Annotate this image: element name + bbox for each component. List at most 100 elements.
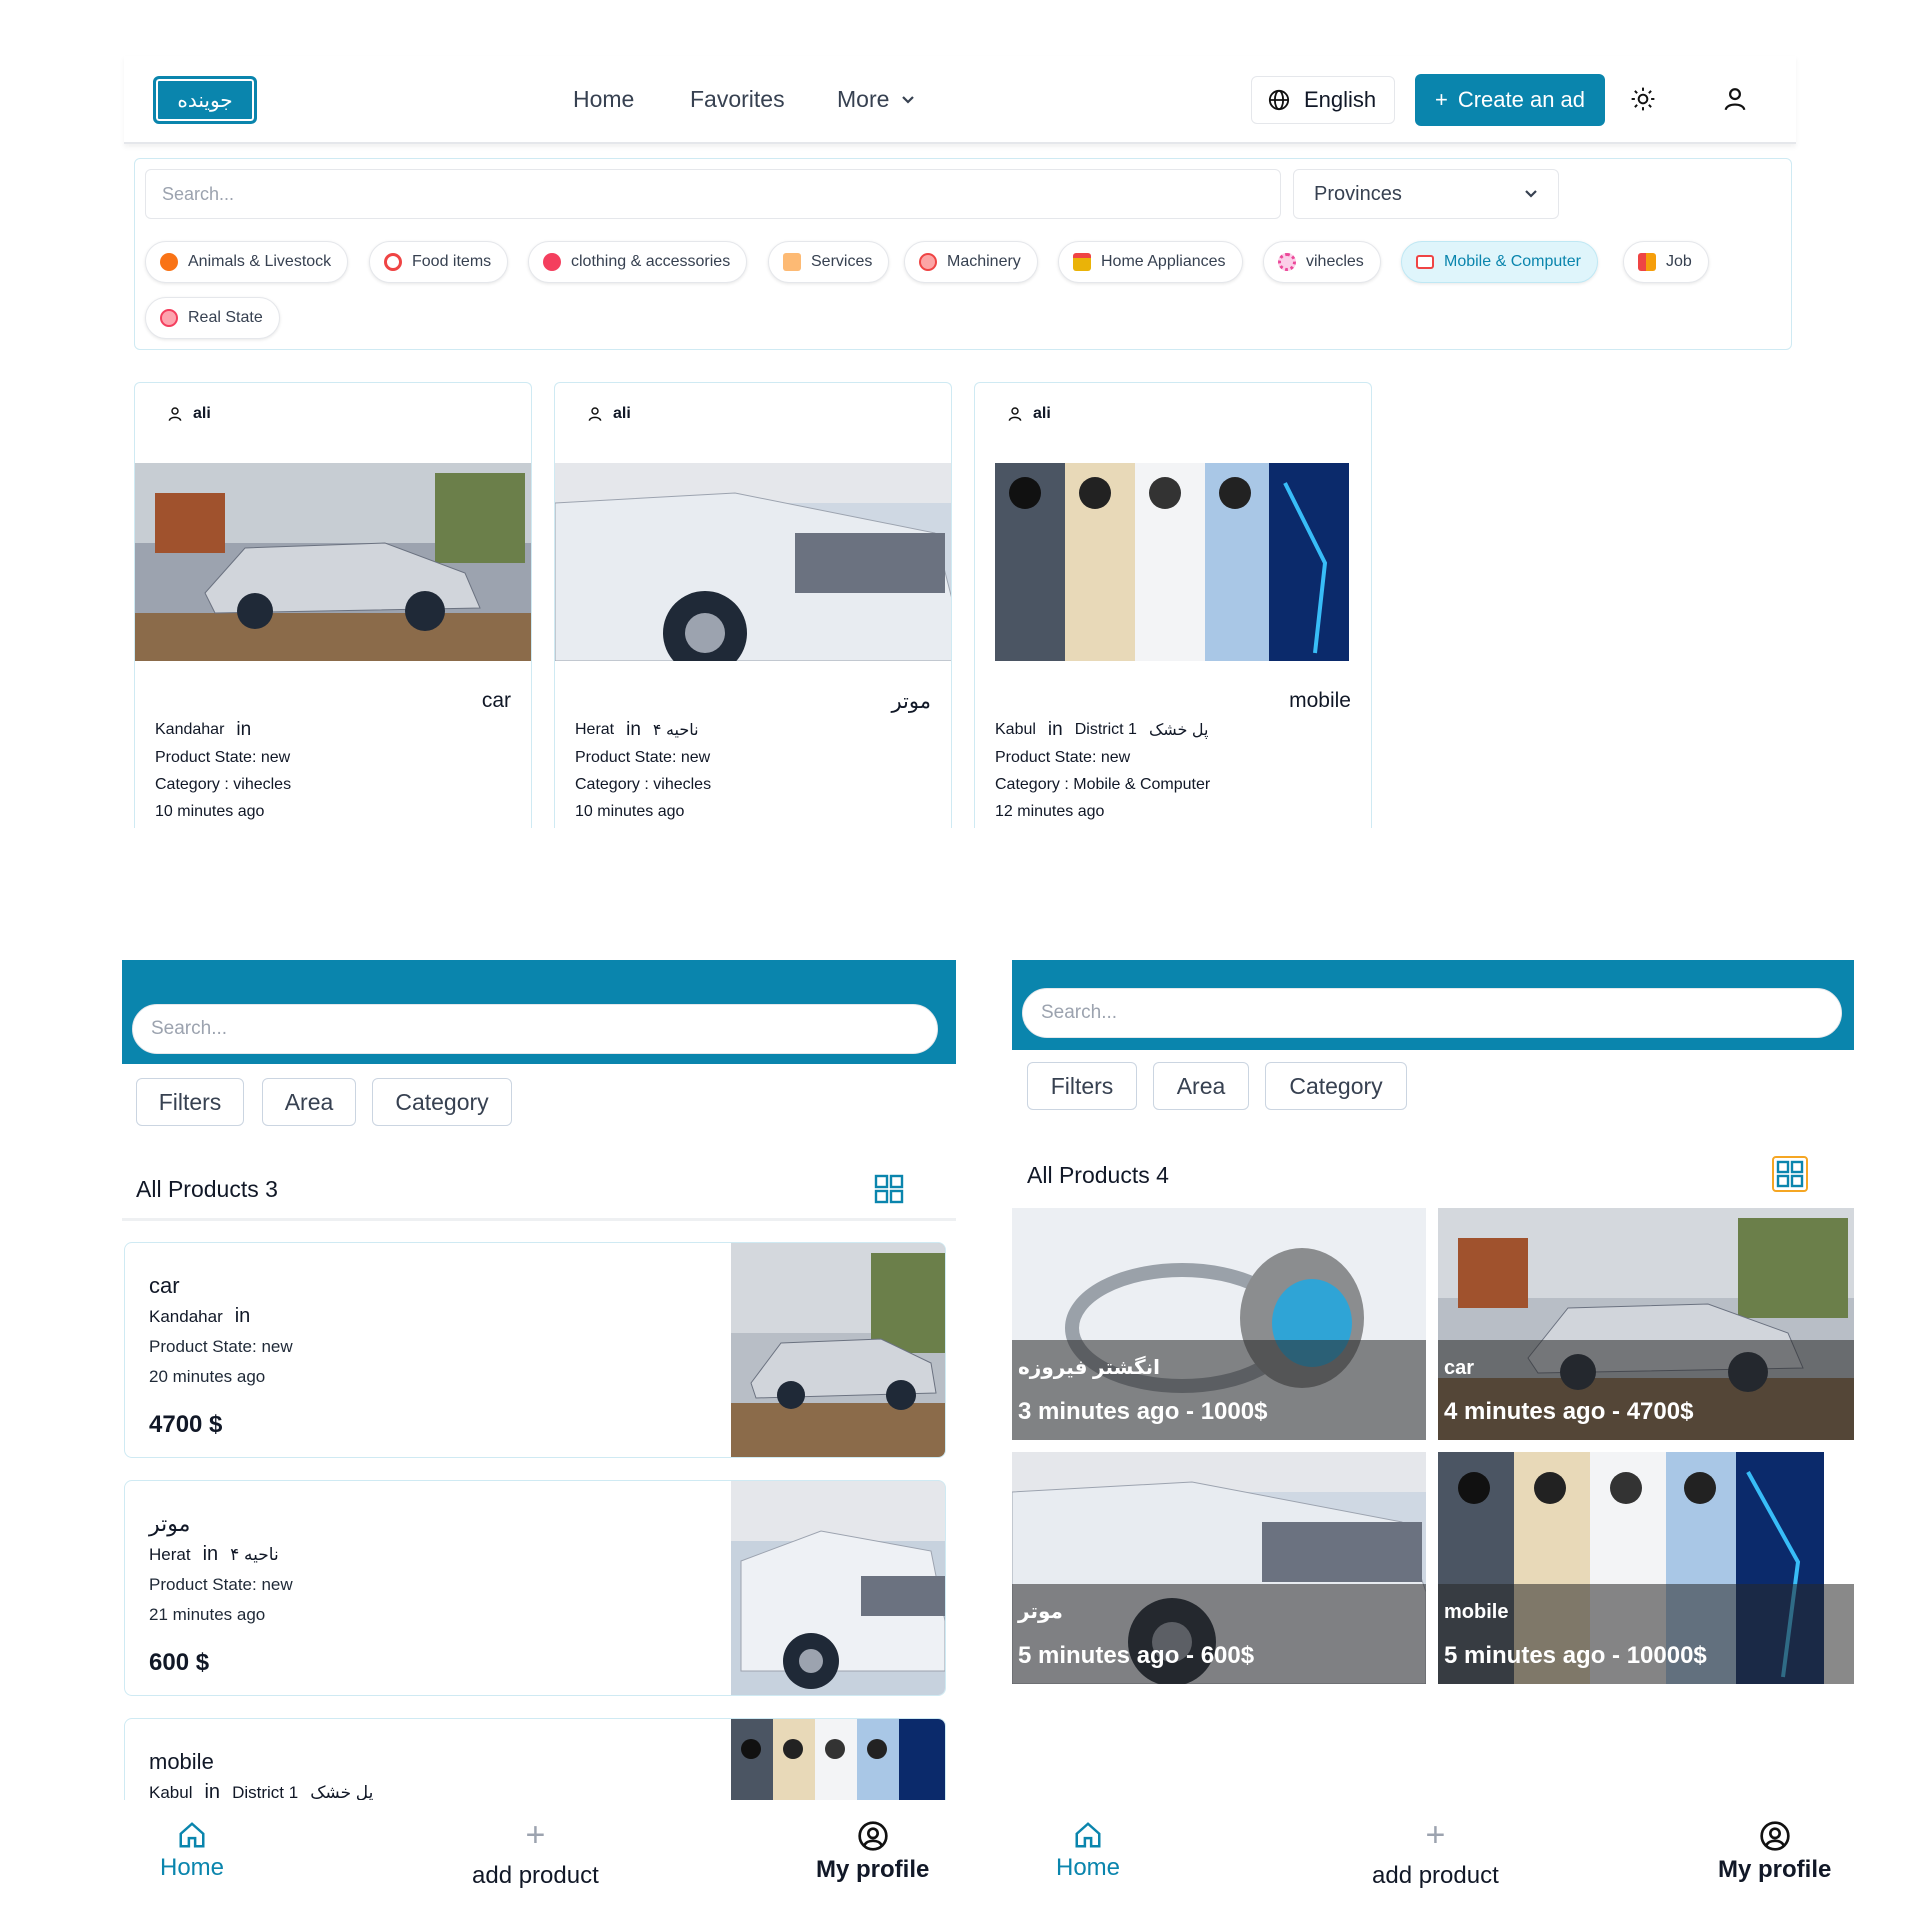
product-title: موتر <box>891 690 931 713</box>
product-category: Category : vihecles <box>575 776 712 793</box>
in-label: in <box>234 1305 251 1327</box>
category-chip-job[interactable]: Job <box>1623 241 1709 283</box>
product-title: car <box>149 1273 180 1298</box>
filters-button[interactable]: Filters <box>1027 1062 1137 1110</box>
owner: ali <box>1007 405 1051 423</box>
product-state: Product State: new <box>155 749 291 766</box>
price: 4700 $ <box>149 1411 223 1438</box>
search-input[interactable]: Search... <box>1022 988 1842 1038</box>
theme-toggle[interactable] <box>1628 84 1658 114</box>
category-chip-machinery[interactable]: Machinery <box>904 241 1038 283</box>
list-item[interactable]: موتر Herat in ناحیه ۴ Product State: new… <box>124 1480 946 1696</box>
nav-home-label: Home <box>160 1854 225 1881</box>
nav-add-product[interactable]: + add product <box>1372 1816 1499 1890</box>
search-input[interactable]: Search... <box>132 1004 938 1054</box>
nav-home[interactable]: Home <box>1056 1820 1120 1882</box>
grid-tile[interactable]: car 4 minutes ago - 4700$ <box>1438 1208 1854 1440</box>
product-count: All Products 3 <box>136 1176 278 1202</box>
city: Herat <box>575 721 615 738</box>
district: ناحیه ۴ <box>230 1544 279 1564</box>
grid-view-icon[interactable] <box>1772 1156 1808 1192</box>
product-card[interactable]: ali موتر Herat in ناحیه ۴ Product State:… <box>554 382 952 828</box>
grid-tile[interactable]: انگشتر فیروزه 3 minutes ago - 1000$ <box>1012 1208 1426 1440</box>
nav-add-product[interactable]: + add product <box>472 1818 599 1890</box>
account-button[interactable] <box>1720 84 1750 114</box>
phones-photo <box>995 463 1349 661</box>
car-photo <box>135 463 531 661</box>
desktop-header: جوینده Home Favorites More English + Cre… <box>124 56 1796 144</box>
profile-icon <box>1760 1821 1790 1851</box>
category-chip-mobile-computer[interactable]: Mobile & Computer <box>1401 241 1598 283</box>
post-time: 21 minutes ago <box>149 1605 266 1624</box>
category-chip-clothing[interactable]: clothing & accessories <box>528 241 748 283</box>
chip-label: vihecles <box>1306 253 1364 270</box>
category-button[interactable]: Category <box>1265 1062 1407 1110</box>
nav-home[interactable]: Home <box>160 1820 224 1882</box>
product-state: Product State: new <box>995 749 1131 766</box>
user-icon <box>588 407 602 421</box>
user-icon <box>168 407 182 421</box>
list-item[interactable]: car Kandahar in Product State: new 20 mi… <box>124 1242 946 1458</box>
product-title: موتر <box>149 1511 191 1536</box>
clothing-icon <box>543 253 561 271</box>
animals-icon <box>160 253 178 271</box>
post-time: 12 minutes ago <box>995 803 1105 820</box>
category-chip-services[interactable]: Services <box>768 241 890 283</box>
logo[interactable]: جوینده <box>153 76 257 124</box>
grid-tile[interactable]: mobile 5 minutes ago - 10000$ <box>1438 1452 1854 1684</box>
machinery-icon <box>919 253 937 271</box>
real-state-icon <box>160 309 178 327</box>
nav-more[interactable]: More <box>837 86 915 113</box>
category-chip-home-appliances[interactable]: Home Appliances <box>1058 241 1243 283</box>
area-button[interactable]: Area <box>262 1078 356 1126</box>
chip-label: Mobile & Computer <box>1444 253 1581 270</box>
category-button[interactable]: Category <box>372 1078 512 1126</box>
provinces-select[interactable]: Provinces <box>1293 169 1559 219</box>
location: Kandahar in <box>155 719 251 741</box>
product-state: Product State: new <box>149 1575 293 1594</box>
nav-my-profile[interactable]: My profile <box>816 1820 929 1884</box>
category-chip-vehicles[interactable]: vihecles <box>1263 241 1381 283</box>
product-title: mobile <box>1289 689 1351 712</box>
chip-label: Job <box>1666 253 1692 270</box>
vehicles-icon <box>1278 253 1296 271</box>
bottom-nav: Home + add product My profile <box>1012 1800 1854 1920</box>
post-time: 20 minutes ago <box>149 1367 266 1386</box>
category-chip-animals[interactable]: Animals & Livestock <box>145 241 349 283</box>
product-card[interactable]: ali mobile Kabul in District 1 پل خشک Pr… <box>974 382 1372 828</box>
area-button[interactable]: Area <box>1153 1062 1249 1110</box>
product-state: Product State: new <box>575 749 711 766</box>
nav-favorites[interactable]: Favorites <box>690 86 785 113</box>
mobile-grid-view: Search... Filters Area Category All Prod… <box>1012 960 1854 1920</box>
car-photo <box>731 1243 945 1457</box>
category-chip-real-state[interactable]: Real State <box>145 297 280 339</box>
mobile-header: Search... <box>1012 960 1854 1050</box>
owner: ali <box>587 405 631 423</box>
tile-meta: 5 minutes ago - 600$ <box>1018 1642 1255 1669</box>
in-label: in <box>626 719 641 740</box>
product-category: Category : Mobile & Computer <box>995 776 1211 793</box>
home-appliances-icon <box>1073 253 1091 271</box>
language-button[interactable]: English <box>1251 76 1395 124</box>
grid-tile[interactable]: موتر 5 minutes ago - 600$ <box>1012 1452 1426 1684</box>
create-ad-button[interactable]: + Create an ad <box>1415 74 1605 126</box>
nav-home[interactable]: Home <box>573 86 634 113</box>
filter-panel: Search... Provinces Animals & Livestock … <box>134 158 1792 350</box>
category-chip-food[interactable]: Food items <box>369 241 509 283</box>
price: 600 $ <box>149 1649 210 1676</box>
plus-icon: + <box>1425 1816 1446 1854</box>
filters-button[interactable]: Filters <box>136 1078 244 1126</box>
tile-title: موتر <box>1018 1601 1063 1623</box>
tile-title: car <box>1444 1357 1475 1379</box>
search-input[interactable]: Search... <box>145 169 1281 219</box>
post-time: 10 minutes ago <box>155 803 265 820</box>
food-icon <box>384 253 402 271</box>
suv-photo <box>555 463 951 661</box>
product-card[interactable]: ali car Kandahar in Product State: new C… <box>134 382 532 828</box>
nav-my-profile[interactable]: My profile <box>1718 1820 1831 1884</box>
sun-icon <box>1631 87 1655 111</box>
chip-label: Home Appliances <box>1101 253 1226 270</box>
tile-meta: 5 minutes ago - 10000$ <box>1444 1642 1707 1669</box>
city: Kabul <box>995 721 1036 738</box>
grid-view-icon[interactable] <box>874 1174 904 1204</box>
